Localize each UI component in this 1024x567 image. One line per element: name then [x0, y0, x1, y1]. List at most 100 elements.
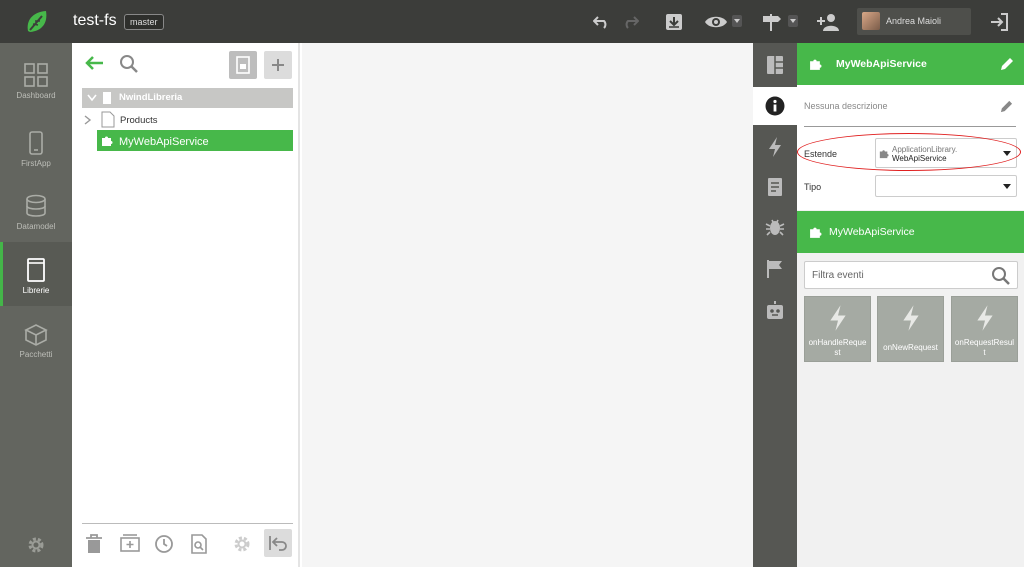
box-icon: [24, 324, 48, 346]
event-label: onNewRequest: [883, 343, 938, 352]
branch-badge[interactable]: master: [124, 14, 164, 30]
event-label: onHandleRequest: [808, 338, 867, 357]
app-title[interactable]: test-fs: [73, 12, 117, 30]
nav-label: Pacchetti: [19, 350, 53, 359]
find-file-icon[interactable]: [189, 534, 209, 557]
events-header: MyWebApiService: [797, 211, 1024, 253]
library-view-button[interactable]: [229, 51, 257, 79]
tab-flag[interactable]: [753, 251, 797, 287]
panel-title: MyWebApiService: [836, 58, 927, 70]
database-icon: [26, 194, 46, 217]
chevron-down-icon: [1003, 184, 1011, 189]
flag-icon: [767, 260, 782, 278]
puzzle-icon: [810, 227, 822, 238]
nav-label: Dashboard: [16, 91, 56, 100]
logout-icon[interactable]: [988, 11, 1010, 33]
gear-icon[interactable]: [232, 534, 252, 557]
bug-icon: [765, 219, 785, 236]
user-name: Andrea Maioli: [886, 16, 942, 26]
search-placeholder: Filtra eventi: [812, 270, 864, 281]
add-folder-icon[interactable]: [120, 534, 140, 555]
deploy-dropdown-icon[interactable]: [788, 15, 798, 27]
redo-icon[interactable]: [619, 11, 641, 33]
chevron-right-icon: [84, 115, 92, 125]
settings-gear-icon[interactable]: [26, 535, 46, 558]
type-label: Tipo: [804, 182, 822, 192]
signpost-icon[interactable]: [760, 11, 784, 33]
divider: [82, 523, 293, 524]
lightning-icon: [902, 305, 919, 331]
tree-root[interactable]: NwindLibreria: [82, 88, 293, 108]
puzzle-icon: [810, 59, 822, 70]
top-bar: test-fs master Andrea Maioli: [0, 0, 1024, 43]
tab-bot[interactable]: [753, 293, 797, 329]
user-menu[interactable]: Andrea Maioli: [857, 8, 971, 35]
nav-item-pacchetti[interactable]: Pacchetti: [0, 322, 72, 386]
view-dropdown-icon[interactable]: [732, 15, 742, 27]
nav-item-dashboard[interactable]: Dashboard: [0, 63, 72, 127]
divider: [804, 126, 1016, 127]
info-icon: [765, 96, 785, 116]
nav-item-firstapp[interactable]: FirstApp: [0, 131, 72, 195]
avatar: [862, 12, 880, 30]
layout-icon: [767, 56, 783, 74]
book-icon: [27, 258, 45, 282]
tab-layout[interactable]: [753, 47, 797, 83]
nav-label: Librerie: [22, 286, 50, 295]
tree-item-label: Products: [120, 115, 158, 126]
plus-icon: [272, 59, 284, 71]
add-user-icon[interactable]: [816, 11, 840, 33]
eye-icon[interactable]: [703, 11, 729, 33]
event-label: onRequestResult: [954, 338, 1015, 357]
editor-canvas[interactable]: [302, 43, 753, 567]
event-card-onrequestresult[interactable]: onRequestResult: [951, 296, 1018, 362]
add-button[interactable]: [264, 51, 292, 79]
event-card-onhandlerequest[interactable]: onHandleRequest: [804, 296, 871, 362]
tree-item-label: MyWebApiService: [119, 136, 209, 148]
file-icon: [101, 111, 115, 128]
event-card-onnewrequest[interactable]: onNewRequest: [877, 296, 944, 362]
tree-item-products[interactable]: Products: [84, 110, 293, 130]
tree-panel: NwindLibreria Products MyWebApiService: [72, 43, 300, 567]
property-tabs: [753, 43, 797, 567]
nav-item-librerie[interactable]: Librerie: [0, 242, 72, 306]
tree-root-label: NwindLibreria: [119, 92, 183, 103]
lightning-icon: [976, 305, 993, 331]
events-search-input[interactable]: Filtra eventi: [804, 261, 1018, 289]
pencil-icon[interactable]: [1000, 57, 1014, 71]
robot-icon: [767, 301, 783, 319]
phone-icon: [29, 131, 43, 155]
tree-item-mywebapiservice[interactable]: MyWebApiService: [97, 130, 293, 151]
type-select[interactable]: [875, 175, 1017, 197]
events-title: MyWebApiService: [829, 226, 915, 238]
download-icon[interactable]: [663, 11, 685, 33]
tab-documentation[interactable]: [753, 169, 797, 205]
revert-icon[interactable]: [264, 529, 292, 557]
panel-header: MyWebApiService: [797, 43, 1024, 85]
lock-book-icon: [236, 56, 250, 74]
trash-icon[interactable]: [85, 534, 103, 557]
properties-panel: MyWebApiService Nessuna descrizione Este…: [797, 43, 1024, 567]
undo-icon[interactable]: [591, 11, 613, 33]
nav-label: Datamodel: [16, 222, 56, 231]
tab-events[interactable]: [753, 129, 797, 165]
app-logo-icon[interactable]: [24, 9, 50, 35]
annotation-highlight: [797, 133, 1021, 171]
tab-debug[interactable]: [753, 209, 797, 245]
grid-icon: [24, 63, 48, 87]
chevron-down-icon: [87, 94, 97, 102]
search-icon[interactable]: [119, 54, 139, 77]
puzzle-icon: [102, 136, 113, 146]
lightning-icon: [769, 137, 781, 157]
clock-icon[interactable]: [154, 534, 174, 557]
edit-description-icon[interactable]: [1000, 100, 1013, 113]
book-icon: [768, 178, 782, 196]
description-field[interactable]: Nessuna descrizione: [804, 101, 888, 111]
nav-label: FirstApp: [21, 159, 51, 168]
tab-info[interactable]: [753, 87, 797, 125]
back-arrow-icon[interactable]: [84, 55, 104, 74]
library-icon: [103, 92, 111, 104]
lightning-icon: [829, 305, 846, 331]
left-nav: Dashboard FirstApp Datamodel Librerie Pa…: [0, 43, 72, 567]
search-icon[interactable]: [991, 266, 1011, 286]
